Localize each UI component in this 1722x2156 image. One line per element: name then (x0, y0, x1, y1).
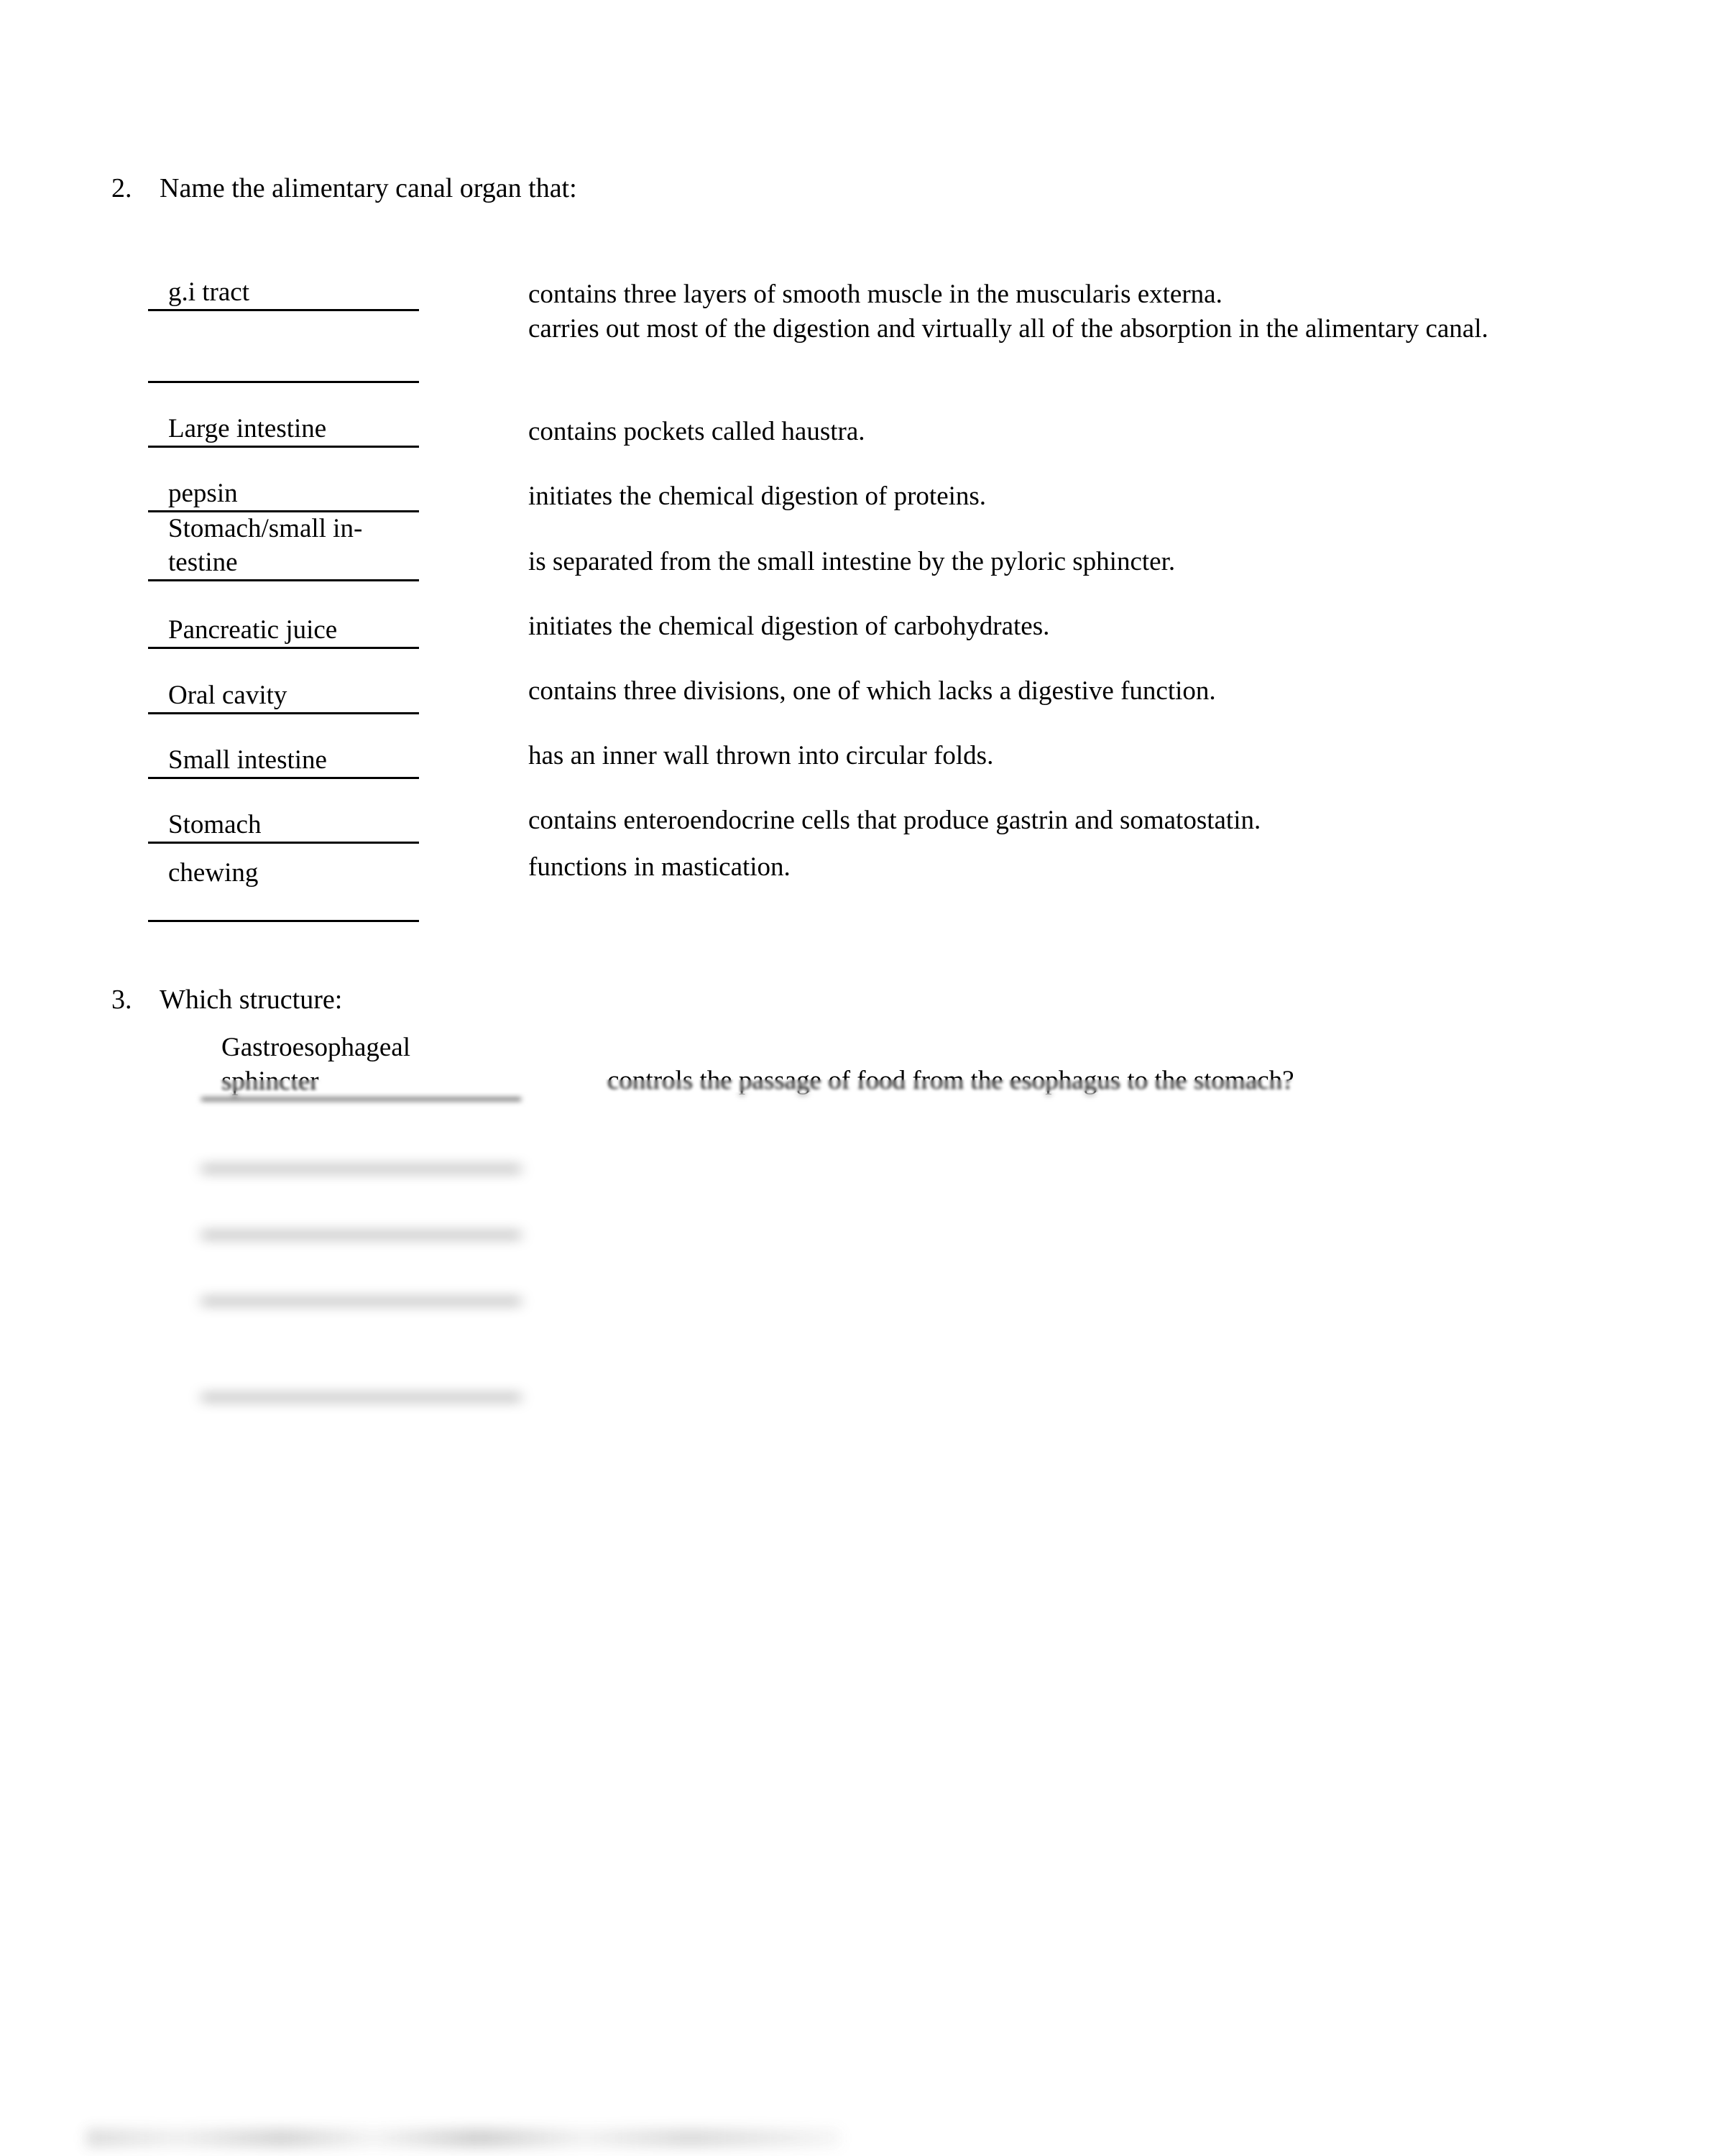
answer-text: g.i tract (168, 277, 250, 307)
answer-blank-12[interactable] (201, 1134, 521, 1170)
answer-blank-4[interactable]: pepsin (148, 476, 419, 512)
answer-text: Large intestine (168, 414, 327, 443)
question-3-number: 3. (111, 985, 132, 1015)
description-9: contains enteroendocrine cells that prod… (528, 806, 1261, 835)
answer-text: Pancreatic juice (168, 615, 338, 645)
answer-blank-3[interactable]: Large intestine (148, 412, 419, 448)
answer-blank-15[interactable] (201, 1332, 521, 1399)
answer-text: pepsin (168, 479, 238, 508)
description-10: functions in mastication. (528, 852, 791, 882)
answer-text (148, 347, 419, 381)
answer-blank-9[interactable]: Stomach (148, 808, 419, 844)
answer-text: chewing (168, 858, 259, 888)
answer-blank-14[interactable] (201, 1266, 521, 1302)
answer-text: Oral cavity (168, 681, 287, 710)
answer-blank-8[interactable]: Small intestine (148, 743, 419, 779)
question-2-prompt: Name the alimentary canal organ that: (160, 173, 577, 203)
description-2: carries out most of the digestion and vi… (528, 314, 1488, 344)
description-7: contains three divisions, one of which l… (528, 676, 1216, 706)
answer-text: Small intestine (168, 745, 327, 775)
answer-blank-10[interactable]: chewing (148, 856, 419, 922)
answer-blank-2[interactable] (148, 347, 419, 383)
answer-blank-11[interactable]: Gastroesophageal sphincter (201, 1031, 521, 1100)
description-8: has an inner wall thrown into circular f… (528, 741, 994, 770)
description-3: contains pockets called haustra. (528, 417, 865, 446)
bottom-edge-smudge (86, 2129, 841, 2147)
answer-blank-7[interactable]: Oral cavity (148, 678, 419, 714)
question-2-number: 2. (111, 173, 132, 203)
answer-text (201, 1134, 521, 1168)
answer-text (201, 1266, 521, 1300)
question-3-prompt: Which structure: (160, 985, 343, 1015)
answer-text (201, 1200, 521, 1234)
answer-blank-6[interactable]: Pancreatic juice (148, 613, 419, 649)
description-11: controls the passage of food from the es… (607, 1066, 1294, 1095)
description-4: initiates the chemical digestion of prot… (528, 482, 987, 511)
description-6: initiates the chemical digestion of carb… (528, 612, 1050, 641)
answer-text: Stomach/small in- testine (168, 514, 363, 577)
answer-text: Gastroesophageal sphincter (221, 1033, 411, 1096)
answer-blank-13[interactable] (201, 1200, 521, 1236)
answer-text: Stomach (168, 810, 262, 839)
answer-blank-1[interactable]: g.i tract (148, 275, 419, 311)
document-page: 2. Name the alimentary canal organ that:… (0, 0, 1722, 2156)
answer-blank-5[interactable]: Stomach/small in- testine (148, 512, 419, 581)
description-1: contains three layers of smooth muscle i… (528, 280, 1223, 309)
description-5: is separated from the small intestine by… (528, 547, 1176, 576)
answer-text (201, 1332, 521, 1366)
